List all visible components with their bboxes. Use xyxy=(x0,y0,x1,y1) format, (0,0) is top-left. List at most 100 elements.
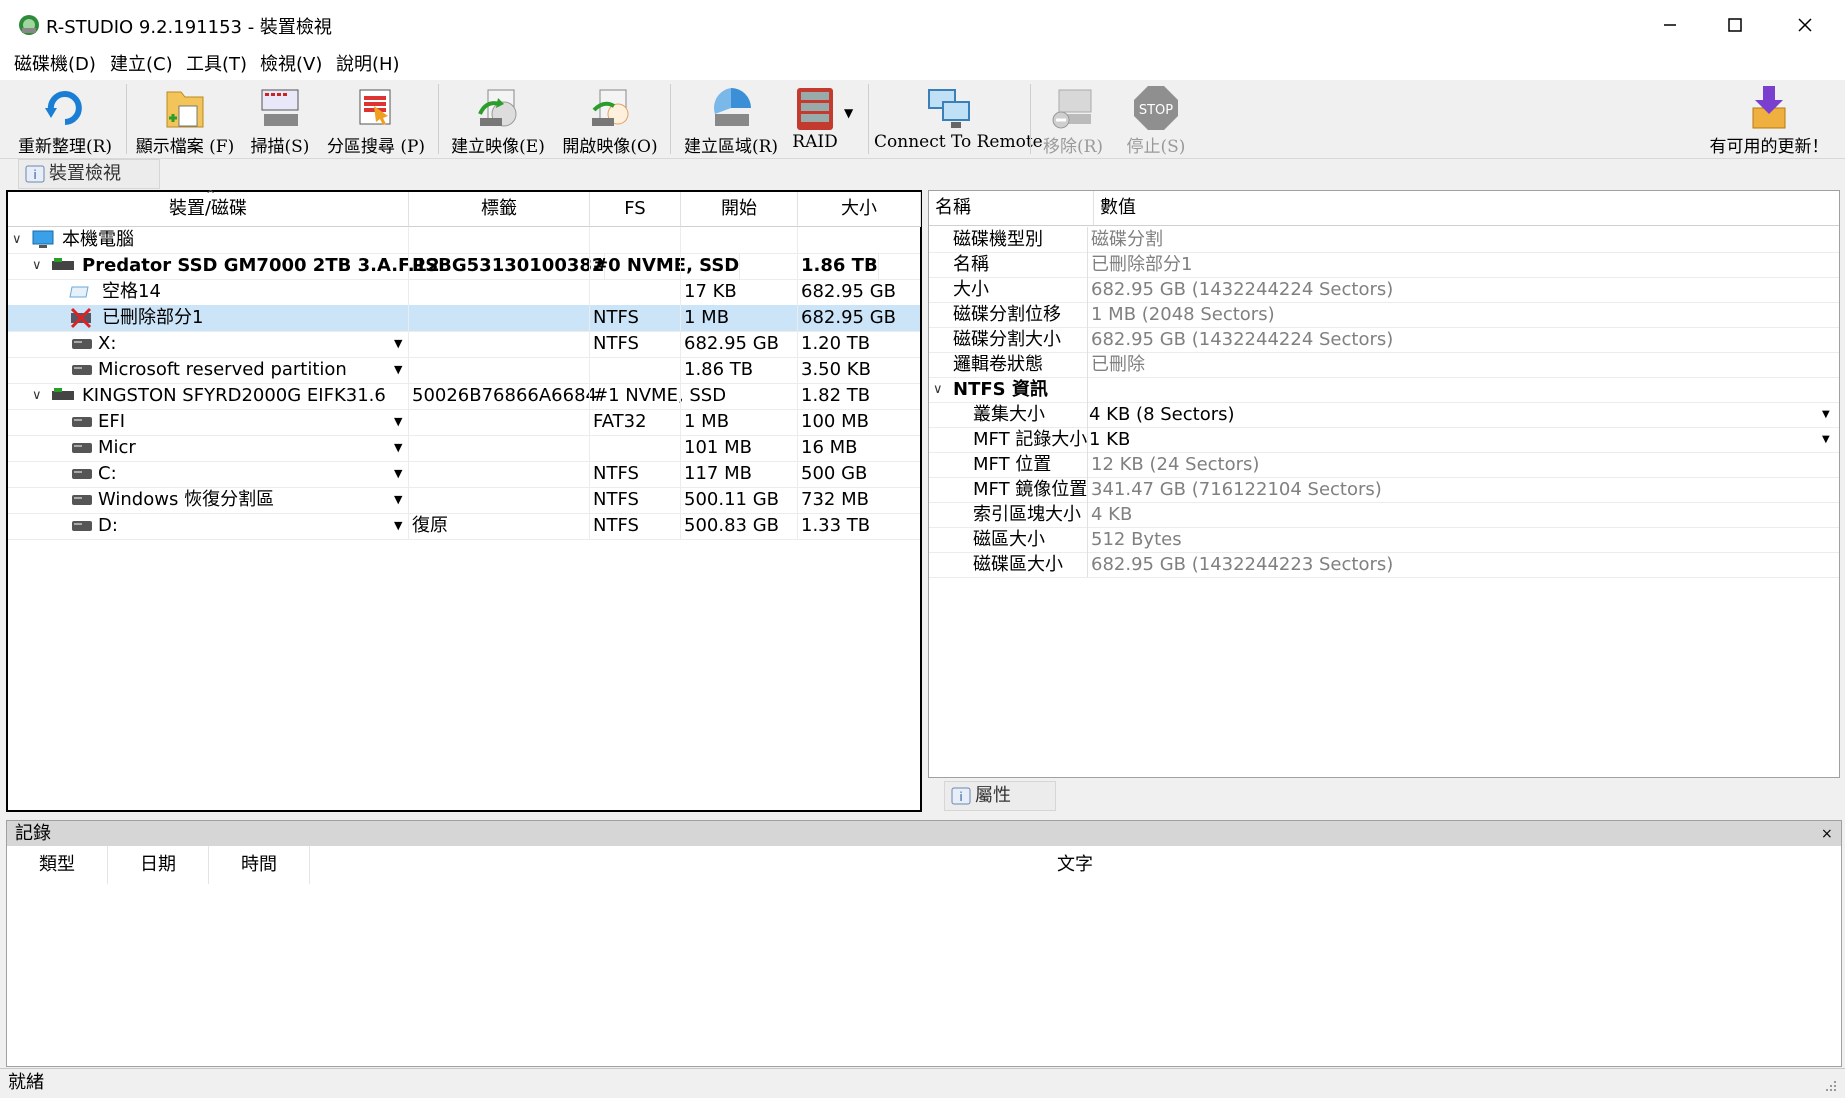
table-row[interactable]: ∨ KINGSTON SFYRD2000G EIFK31.6 50026B768… xyxy=(8,383,920,410)
row-dropdown-arrow[interactable]: ▼ xyxy=(394,513,402,539)
row-device-name: D: xyxy=(98,515,118,536)
property-row[interactable]: 磁碟分割位移 1 MB (2048 Sectors) xyxy=(929,302,1839,328)
tab-device-view[interactable]: i 裝置檢視 xyxy=(18,159,160,189)
menu-tools[interactable]: 工具(T) xyxy=(186,50,247,80)
table-row[interactable]: Windows 恢復分割區 ▼ NTFS 500.11 GB 732 MB xyxy=(8,487,920,514)
info-icon: i xyxy=(951,787,971,805)
property-row[interactable]: 叢集大小 4 KB (8 Sectors) ▼ xyxy=(929,402,1839,428)
remove-button[interactable]: 移除(R) xyxy=(1036,82,1110,158)
table-row[interactable]: D: ▼ 復原 NTFS 500.83 GB 1.33 TB xyxy=(8,513,920,540)
create-image-button[interactable]: 建立映像(E) xyxy=(444,82,552,158)
menu-help[interactable]: 說明(H) xyxy=(336,50,400,80)
table-row[interactable]: 空格14 17 KB 682.95 GB xyxy=(8,279,920,306)
column-header-size[interactable]: 大小 xyxy=(798,192,921,227)
maximize-button[interactable] xyxy=(1700,0,1770,50)
log-column-date[interactable]: 日期 xyxy=(108,846,209,884)
property-row[interactable]: 磁區大小 512 Bytes xyxy=(929,527,1839,553)
log-column-type[interactable]: 類型 xyxy=(7,846,108,884)
row-dropdown-arrow[interactable]: ▼ xyxy=(394,461,402,487)
property-value: 1 MB (2048 Sectors) xyxy=(1091,304,1275,325)
property-dropdown-arrow[interactable]: ▼ xyxy=(1822,427,1830,452)
open-image-label: 開啟映像(O) xyxy=(562,137,658,157)
resize-grip-icon[interactable] xyxy=(1824,1079,1838,1093)
refresh-icon xyxy=(45,91,82,125)
property-section-row[interactable]: ∨ NTFS 資訊 xyxy=(929,377,1839,403)
log-close-icon[interactable]: × xyxy=(1821,821,1833,847)
minimize-button[interactable] xyxy=(1635,0,1705,50)
log-column-text[interactable]: 文字 xyxy=(310,846,1840,884)
table-row[interactable]: Micr ▼ 101 MB 16 MB xyxy=(8,435,920,462)
expand-chevron-icon[interactable]: ∨ xyxy=(32,383,42,409)
menu-view[interactable]: 檢視(V) xyxy=(260,50,322,80)
property-value: 682.95 GB (1432244224 Sectors) xyxy=(1091,279,1394,300)
partition-search-button[interactable]: 分區搜尋 (P) xyxy=(320,82,432,158)
property-row[interactable]: 磁碟機型別 磁碟分割 xyxy=(929,227,1839,253)
tab-properties[interactable]: i 屬性 xyxy=(944,781,1056,811)
tab-properties-label: 屬性 xyxy=(975,785,1011,806)
property-row[interactable]: 邏輯卷狀態 已刪除 xyxy=(929,352,1839,378)
column-header-label[interactable]: 標籤 xyxy=(409,192,590,227)
scan-button[interactable]: 掃描(S) xyxy=(244,82,316,158)
row-dropdown-arrow[interactable]: ▼ xyxy=(394,357,402,383)
table-row[interactable]: Microsoft reserved partition ▼ 1.86 TB 3… xyxy=(8,357,920,384)
expand-chevron-icon[interactable]: ∨ xyxy=(32,253,42,279)
table-row-selected[interactable]: 已刪除部分1 NTFS 1 MB 682.95 GB xyxy=(8,305,920,332)
row-dropdown-arrow[interactable]: ▼ xyxy=(394,409,402,435)
tree-root-row[interactable]: ∨ 本機電腦 xyxy=(8,227,920,254)
row-start: 682.95 GB xyxy=(684,333,780,354)
row-start: 17 KB xyxy=(684,281,737,302)
property-row[interactable]: 磁碟分割大小 682.95 GB (1432244224 Sectors) xyxy=(929,327,1839,353)
menu-create[interactable]: 建立(C) xyxy=(110,50,173,80)
property-row[interactable]: 磁碟區大小 682.95 GB (1432244223 Sectors) xyxy=(929,552,1839,578)
column-header-device-label: 裝置/磁碟 xyxy=(168,198,248,219)
refresh-button[interactable]: 重新整理(R) xyxy=(10,82,120,158)
row-size: 100 MB xyxy=(801,411,869,432)
property-name: MFT 鏡像位置 xyxy=(929,477,1088,502)
row-dropdown-arrow[interactable]: ▼ xyxy=(394,487,402,513)
raid-dropdown-arrow[interactable]: ▼ xyxy=(844,106,853,120)
property-row[interactable]: MFT 記錄大小 1 KB ▼ xyxy=(929,427,1839,453)
create-region-button[interactable]: 建立區域(R) xyxy=(676,82,786,158)
row-size: 732 MB xyxy=(801,489,869,510)
table-row[interactable]: ∨ Predator SSD GM7000 2TB 3.A.F.12 PSBG5… xyxy=(8,253,920,280)
remove-label: 移除(R) xyxy=(1042,137,1104,157)
open-image-button[interactable]: 開啟映像(O) xyxy=(556,82,664,158)
row-size: 500 GB xyxy=(801,463,868,484)
property-dropdown-arrow[interactable]: ▼ xyxy=(1822,402,1830,427)
row-label: 50026B76866A6684 xyxy=(412,385,597,406)
partition-search-icon xyxy=(359,89,391,125)
column-header-fs[interactable]: FS xyxy=(590,192,681,227)
create-region-label: 建立區域(R) xyxy=(683,137,779,157)
remote-computers-icon xyxy=(928,89,970,128)
table-row[interactable]: X: ▼ NTFS 682.95 GB 1.20 TB xyxy=(8,331,920,358)
tree-root-label: 本機電腦 xyxy=(62,229,134,250)
row-device-name: Microsoft reserved partition xyxy=(98,359,347,380)
table-row[interactable]: EFI ▼ FAT32 1 MB 100 MB xyxy=(8,409,920,436)
column-header-name[interactable]: 名稱 xyxy=(929,191,1094,226)
column-header-value[interactable]: 數值 xyxy=(1094,191,1136,225)
property-row[interactable]: 大小 682.95 GB (1432244224 Sectors) xyxy=(929,277,1839,303)
row-dropdown-arrow[interactable]: ▼ xyxy=(394,331,402,357)
row-dropdown-arrow[interactable]: ▼ xyxy=(394,435,402,461)
row-size: 1.20 TB xyxy=(801,333,871,354)
free-space-icon xyxy=(69,286,89,298)
close-button[interactable] xyxy=(1770,0,1840,50)
row-fs: NTFS xyxy=(593,307,639,328)
column-header-start[interactable]: 開始 xyxy=(681,192,798,227)
svg-text:i: i xyxy=(33,168,36,182)
header-divider xyxy=(929,225,1839,226)
property-value: 4 KB (8 Sectors) xyxy=(1089,404,1235,425)
raid-button[interactable]: RAID xyxy=(790,82,840,158)
updates-button[interactable]: 有可用的更新！ xyxy=(1704,82,1834,158)
property-row[interactable]: MFT 位置 12 KB (24 Sectors) xyxy=(929,452,1839,478)
property-row[interactable]: 索引區塊大小 4 KB xyxy=(929,502,1839,528)
table-row[interactable]: C: ▼ NTFS 117 MB 500 GB xyxy=(8,461,920,488)
show-files-button[interactable]: 顯示檔案 (F) xyxy=(132,82,238,158)
property-row[interactable]: MFT 鏡像位置 341.47 GB (716122104 Sectors) xyxy=(929,477,1839,503)
expand-chevron-icon[interactable]: ∨ xyxy=(12,227,22,253)
property-row[interactable]: 名稱 已刪除部分1 xyxy=(929,252,1839,278)
stop-button[interactable]: STOP 停止(S) xyxy=(1116,82,1196,158)
connect-remote-button[interactable]: Connect To Remote xyxy=(874,82,1043,158)
log-column-time[interactable]: 時間 xyxy=(209,846,310,884)
menu-drive[interactable]: 磁碟機(D) xyxy=(14,50,96,80)
